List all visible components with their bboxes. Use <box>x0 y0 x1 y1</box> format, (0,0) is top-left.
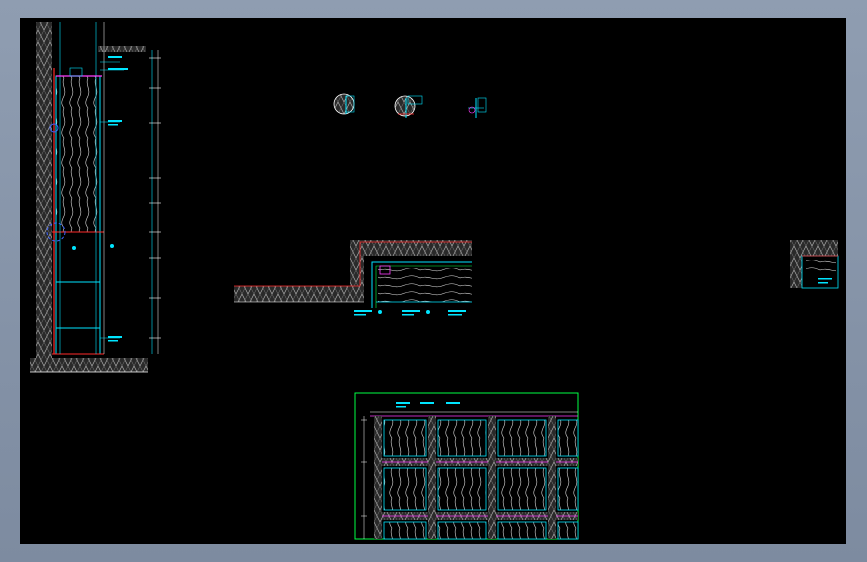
detail-bubble-2[interactable] <box>394 95 423 118</box>
elevation-section[interactable] <box>30 22 161 373</box>
detail-bubble-3[interactable] <box>468 97 487 118</box>
wall-step-section[interactable] <box>234 240 472 316</box>
floor-slab <box>30 358 148 372</box>
masonry-wall <box>36 22 52 358</box>
cad-model-viewport[interactable] <box>20 18 846 544</box>
cad-drawing-canvas <box>30 22 839 540</box>
wood-panel-upper <box>55 75 101 233</box>
detail-bubble-1[interactable] <box>333 93 355 115</box>
panel-elevation[interactable] <box>354 392 579 540</box>
corner-detail[interactable] <box>790 240 839 289</box>
